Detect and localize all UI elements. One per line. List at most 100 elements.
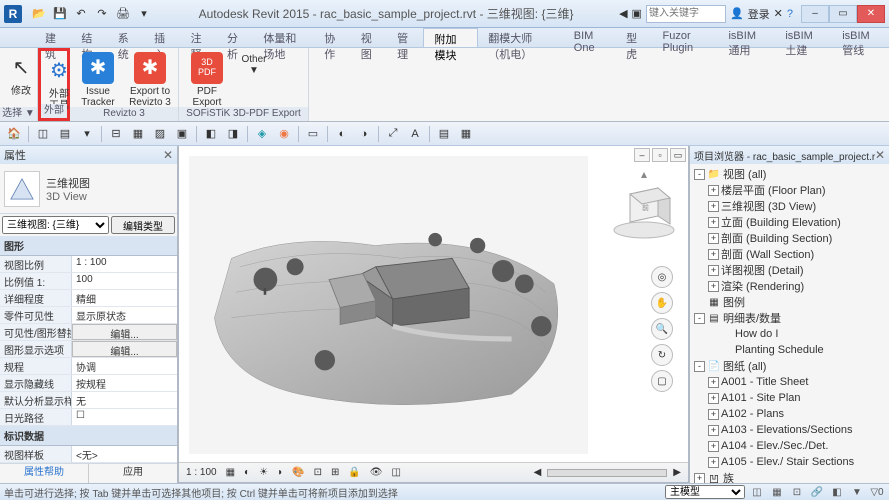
other-button[interactable]: Other ▼ <box>235 50 273 78</box>
undo-icon[interactable]: ↶ <box>72 5 90 23</box>
edit-type-button[interactable]: 编辑类型 <box>111 216 175 234</box>
open-icon[interactable]: 📂 <box>30 5 48 23</box>
browser-tree[interactable]: -📁视图 (all)+楼层平面 (Floor Plan)+三维视图 (3D Vi… <box>690 164 889 483</box>
property-grid[interactable]: 图形视图比例1 : 100比例值 1:100详细程度精细零件可见性显示原状态可见… <box>0 236 177 463</box>
property-value[interactable]: 无 <box>72 392 177 408</box>
filter-icon[interactable]: ▽0 <box>869 485 885 499</box>
property-value[interactable]: 编辑... <box>72 341 177 357</box>
property-row[interactable]: 显示隐藏线按规程 <box>0 375 177 392</box>
nav-box-icon[interactable]: ▢ <box>651 370 673 392</box>
tree-item[interactable]: -📄图纸 (all) <box>692 358 887 374</box>
tree-item[interactable]: ▦图例 <box>692 294 887 310</box>
app-icon[interactable]: R <box>4 5 22 23</box>
view-minimize-icon[interactable]: – <box>634 148 650 162</box>
ribbon-tab[interactable]: 管理 <box>387 28 423 47</box>
tree-toggle-icon[interactable]: + <box>694 473 705 484</box>
property-row[interactable]: 可见性/图形替换编辑... <box>0 324 177 341</box>
ribbon-tab[interactable]: 分析 <box>217 28 253 47</box>
qat-dropdown[interactable]: ▾ <box>135 5 153 23</box>
tree-item[interactable]: +凹族 <box>692 470 887 483</box>
pdf-export-button[interactable]: 3DPDF PDF Export <box>183 50 231 110</box>
ribbon-tab[interactable]: 注释 <box>181 28 217 47</box>
ribbon-tab[interactable]: 建筑 <box>35 28 71 47</box>
apply-button[interactable]: 应用 <box>88 464 177 483</box>
crop-icon[interactable]: ⊡ <box>311 467 325 478</box>
shadow-icon[interactable]: ◗ <box>274 467 286 478</box>
arrow-left-icon[interactable]: ◀ <box>619 7 627 20</box>
view-maximize-icon[interactable]: ▭ <box>670 148 686 162</box>
tree-toggle-icon[interactable]: + <box>708 457 719 468</box>
tb-icon-4[interactable]: ▦ <box>128 125 148 143</box>
crop-region-icon[interactable]: ⊞ <box>328 467 342 478</box>
minimize-button[interactable]: – <box>801 5 829 23</box>
help-icon[interactable]: ? <box>787 8 793 20</box>
tb-icon-1[interactable]: ◫ <box>33 125 53 143</box>
save-icon[interactable]: 💾 <box>51 5 69 23</box>
property-value[interactable]: 显示原状态 <box>72 307 177 323</box>
ribbon-tab[interactable]: 协作 <box>314 28 350 47</box>
ribbon-tab[interactable]: 视图 <box>351 28 387 47</box>
tree-item[interactable]: +A101 - Site Plan <box>692 390 887 406</box>
tree-item[interactable]: +A104 - Elev./Sec./Det. <box>692 438 887 454</box>
viewcube[interactable]: 前 <box>608 170 680 242</box>
exchange-icon[interactable]: ✕ <box>774 7 783 20</box>
tb-icon-6[interactable]: ▣ <box>172 125 192 143</box>
lock-icon[interactable]: 🔒 <box>345 467 363 478</box>
dropdown-icon[interactable]: ▾ <box>77 125 97 143</box>
property-value[interactable]: 协调 <box>72 358 177 374</box>
sb-icon-5[interactable]: ◧ <box>829 485 845 499</box>
print-icon[interactable]: 🖨 <box>114 5 132 23</box>
view-area[interactable]: – ▫ ▭ 前 ◎ ✋ 🔍 ↻ ▢ <box>178 146 689 483</box>
modify-button[interactable]: ↖ 修改 <box>4 50 38 99</box>
tb-icon-12[interactable]: ◐ <box>332 125 352 143</box>
property-row[interactable]: 详细程度精细 <box>0 290 177 307</box>
scroll-right-icon[interactable]: ▶ <box>670 467 684 478</box>
tree-item[interactable]: +渲染 (Rendering) <box>692 278 887 294</box>
nav-orbit-icon[interactable]: ↻ <box>651 344 673 366</box>
property-value[interactable]: ☐ <box>72 409 177 425</box>
tree-toggle-icon[interactable]: + <box>708 201 719 212</box>
tb-icon-8[interactable]: ◨ <box>223 125 243 143</box>
hide-icon[interactable]: 👁 <box>367 467 386 478</box>
ribbon-tab[interactable]: 系统 <box>108 28 144 47</box>
tb-icon-14[interactable]: ⤢ <box>383 125 403 143</box>
tb-icon-16[interactable]: ▤ <box>434 125 454 143</box>
ribbon-tab[interactable]: isBIM通用 <box>718 28 775 47</box>
nav-zoom-icon[interactable]: 🔍 <box>651 318 673 340</box>
property-row[interactable]: 比例值 1:100 <box>0 273 177 290</box>
scroll-left-icon[interactable]: ◀ <box>531 467 545 478</box>
login-label[interactable]: 登录 <box>748 6 770 22</box>
browser-close-icon[interactable]: ✕ <box>875 148 885 162</box>
horizontal-scrollbar[interactable] <box>547 469 667 477</box>
tree-item[interactable]: +A103 - Elevations/Sections <box>692 422 887 438</box>
tb-icon-3[interactable]: ⊟ <box>106 125 126 143</box>
property-group-header[interactable]: 标识数据 <box>0 426 177 446</box>
tree-item[interactable]: How do I <box>692 326 887 342</box>
property-row[interactable]: 日光路径☐ <box>0 409 177 426</box>
tb-icon-17[interactable]: ▦ <box>456 125 476 143</box>
recent-icon[interactable]: ▣ <box>632 7 642 20</box>
tree-toggle-icon[interactable]: + <box>708 393 719 404</box>
panel-label-select[interactable]: 选择 ▼ <box>0 107 37 121</box>
tree-item[interactable]: +立面 (Building Elevation) <box>692 214 887 230</box>
home-icon[interactable]: 🏠 <box>4 125 24 143</box>
ribbon-tab[interactable]: BIM One <box>564 28 616 47</box>
tree-item[interactable]: +详图视图 (Detail) <box>692 262 887 278</box>
tree-item[interactable]: +楼层平面 (Floor Plan) <box>692 182 887 198</box>
close-button[interactable]: ✕ <box>857 5 885 23</box>
ribbon-tab[interactable]: Fuzor Plugin <box>652 28 718 47</box>
maximize-button[interactable]: ▭ <box>829 5 857 23</box>
tb-icon-11[interactable]: ▭ <box>303 125 323 143</box>
property-value[interactable]: 1 : 100 <box>72 256 177 272</box>
ribbon-tab[interactable]: isBIM管线 <box>832 28 889 47</box>
tree-toggle-icon[interactable]: + <box>708 233 719 244</box>
tree-item[interactable]: +剖面 (Building Section) <box>692 230 887 246</box>
property-value[interactable]: 按规程 <box>72 375 177 391</box>
property-value[interactable]: 精细 <box>72 290 177 306</box>
properties-close-icon[interactable]: ✕ <box>163 148 173 162</box>
tree-toggle-icon[interactable]: + <box>708 377 719 388</box>
nav-pan-icon[interactable]: ✋ <box>651 292 673 314</box>
sb-icon-1[interactable]: ◫ <box>749 485 765 499</box>
tree-item[interactable]: -📁视图 (all) <box>692 166 887 182</box>
property-row[interactable]: 默认分析显示样...无 <box>0 392 177 409</box>
